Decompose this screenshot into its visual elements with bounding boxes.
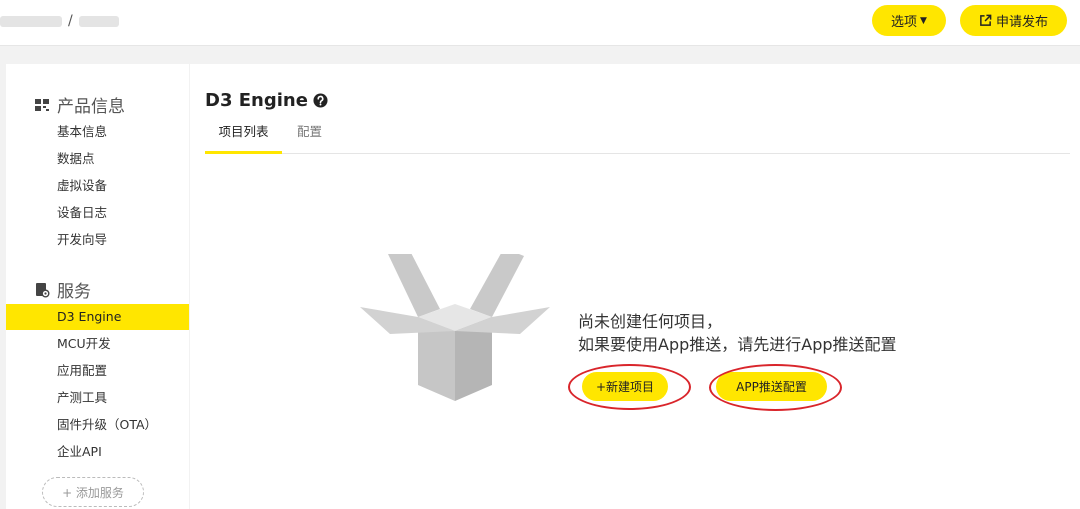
new-project-button[interactable]: +新建项目 (582, 372, 668, 401)
breadcrumb: / (0, 12, 119, 30)
sidebar-item-d3-engine[interactable]: D3 Engine (6, 304, 189, 330)
sidebar-group-title: 产品信息 (57, 97, 125, 117)
sidebar: 产品信息 基本信息 数据点 虚拟设备 设备日志 开发向导 服务 D3 Engin… (6, 64, 189, 509)
options-button[interactable]: 选项 ▼ (872, 5, 946, 36)
sidebar-group-product-info: 产品信息 (34, 92, 125, 117)
sidebar-item-app-config[interactable]: 应用配置 (6, 358, 189, 384)
service-icon (36, 282, 50, 297)
options-label: 选项 (891, 15, 918, 30)
empty-state-line: 尚未创建任何项目， (578, 312, 723, 331)
breadcrumb-item-redacted[interactable] (0, 15, 62, 27)
external-link-icon (980, 14, 992, 26)
apply-publish-label: 申请发布 (995, 15, 1048, 30)
empty-state-line: 如果要使用App推送，请先进行App推送配置 (578, 335, 897, 354)
open-box-icon (360, 254, 550, 401)
caret-down-icon: ▼ (920, 15, 927, 26)
page-title: D3 Engine (205, 90, 308, 111)
grid-icon (35, 98, 49, 111)
question-circle-icon[interactable] (313, 93, 328, 108)
page-header: D3 Engine (205, 90, 328, 111)
apply-publish-button[interactable]: 申请发布 (960, 5, 1067, 36)
sidebar-item-ota[interactable]: 固件升级（OTA） (6, 412, 189, 438)
sidebar-item-production-test[interactable]: 产测工具 (6, 385, 189, 411)
sidebar-item-dev-guide[interactable]: 开发向导 (6, 227, 189, 253)
empty-state-message: 尚未创建任何项目， 如果要使用App推送，请先进行App推送配置 (578, 310, 897, 356)
breadcrumb-item-redacted[interactable] (78, 15, 119, 27)
main-panel: D3 Engine 项目列表 配置 尚未创建任何项目， 如果要使用App推送，请… (190, 64, 1080, 509)
tab-project-list[interactable]: 项目列表 (205, 120, 282, 154)
sidebar-item-device-log[interactable]: 设备日志 (6, 200, 189, 226)
sidebar-item-virtual-device[interactable]: 虚拟设备 (6, 173, 189, 199)
tab-bar: 项目列表 配置 (205, 120, 1070, 154)
sidebar-item-mcu-dev[interactable]: MCU开发 (6, 331, 189, 357)
sidebar-group-title: 服务 (57, 282, 91, 302)
sidebar-item-basic-info[interactable]: 基本信息 (6, 119, 189, 145)
sidebar-group-services: 服务 (34, 277, 91, 302)
add-service-button[interactable]: + 添加服务 (42, 477, 144, 507)
sidebar-item-data-points[interactable]: 数据点 (6, 146, 189, 172)
tab-config[interactable]: 配置 (297, 120, 322, 154)
sidebar-item-enterprise-api[interactable]: 企业API (6, 439, 189, 465)
app-push-config-button[interactable]: APP推送配置 (716, 372, 827, 401)
breadcrumb-separator: / (68, 13, 73, 29)
top-bar: / 选项 ▼ 申请发布 (0, 0, 1080, 46)
